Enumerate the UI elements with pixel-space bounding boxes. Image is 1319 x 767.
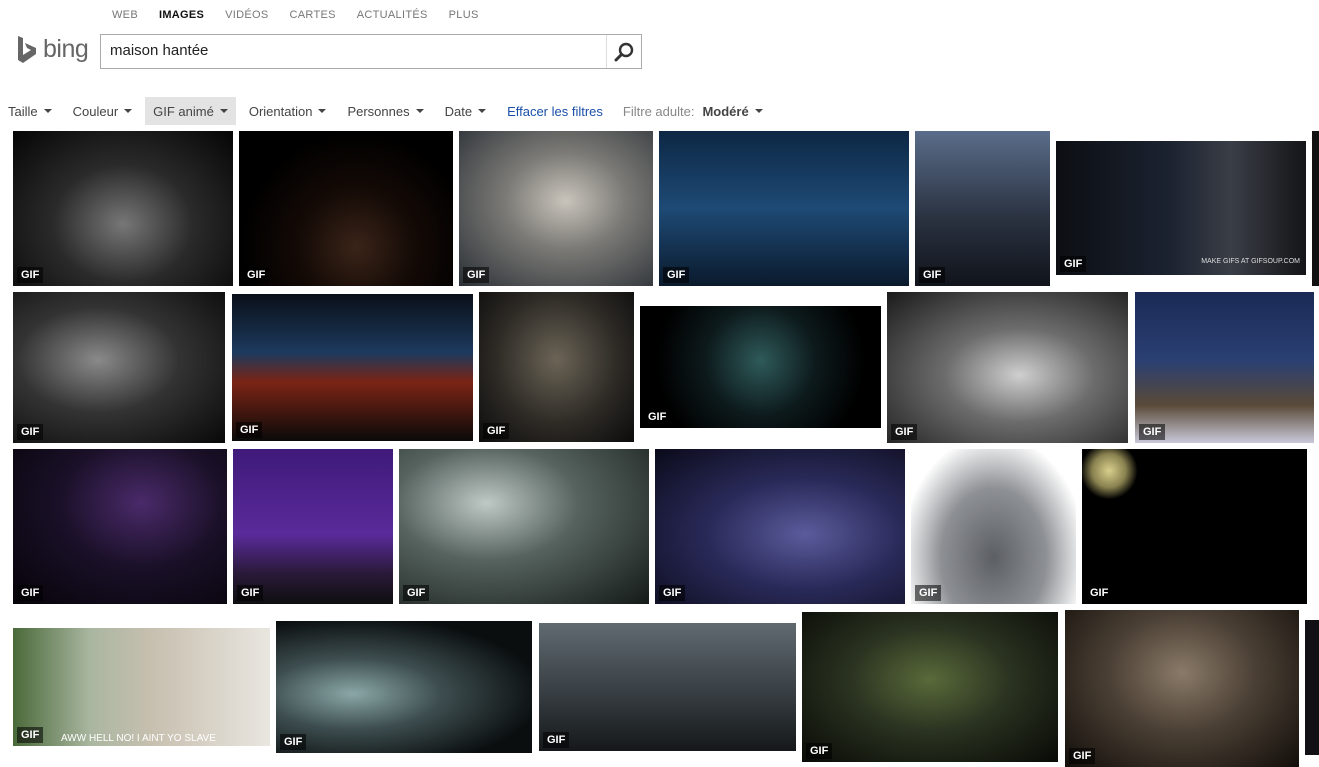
scope-news[interactable]: ACTUALITÉS [357,9,428,21]
gif-badge: GIF [644,409,671,425]
image-result[interactable]: GIF MAKE GIFS AT GIFSOUP.COM [1056,141,1306,275]
image-result[interactable]: GIF [911,449,1076,604]
filter-label: Personnes [347,103,410,119]
caret-down-icon [318,109,327,113]
gif-badge: GIF [236,422,263,438]
gif-badge: GIF [17,727,44,743]
image-result[interactable]: GIF [539,623,796,751]
image-result[interactable]: GIF [399,449,649,604]
gif-badge: GIF [280,734,307,750]
gif-badge: GIF [806,743,833,759]
image-result[interactable]: GIF [1065,610,1299,767]
search-icon [614,42,634,61]
logo-text: bing [43,35,89,63]
scope-videos[interactable]: VIDÉOS [225,9,268,21]
image-result[interactable]: GIF [239,131,453,286]
gif-badge: GIF [483,423,510,439]
image-result[interactable]: GIF [659,131,909,286]
image-result[interactable]: GIF [1082,449,1307,604]
image-result[interactable]: GIF [887,292,1128,443]
scope-images[interactable]: IMAGES [159,9,204,21]
caret-down-icon [415,109,424,113]
image-result[interactable]: GIF [13,292,225,443]
adult-filter-value: Modéré [702,103,749,119]
search-input[interactable] [110,42,600,59]
image-result[interactable]: GIF [13,449,227,604]
filter-bar: Taille Couleur GIF animé Orientation Per… [0,97,763,125]
image-result[interactable]: GIF [233,449,393,604]
image-result [1305,620,1319,755]
gif-badge: GIF [663,267,690,283]
search-button[interactable] [606,35,641,68]
image-result[interactable]: GIF [655,449,905,604]
filter-size[interactable]: Taille [0,97,60,125]
image-result[interactable]: GIF [459,131,653,286]
image-result[interactable]: GIF [1135,292,1314,443]
caret-down-icon [219,109,228,113]
gif-badge: GIF [463,267,490,283]
scope-maps[interactable]: CARTES [290,9,336,21]
caret-down-icon [478,109,487,113]
filter-orientation[interactable]: Orientation [241,97,335,125]
gif-badge: GIF [915,585,942,601]
filter-color[interactable]: Couleur [65,97,141,125]
gif-badge: GIF [1139,424,1166,440]
caret-down-icon [124,109,133,113]
gif-badge: GIF [17,424,44,440]
gif-badge: GIF [243,267,270,283]
gif-badge: GIF [237,585,264,601]
image-result[interactable]: GIF [232,294,473,441]
gif-badge: GIF [919,267,946,283]
scope-more[interactable]: PLUS [449,9,479,21]
image-result [1312,131,1319,286]
watermark-caption: MAKE GIFS AT GIFSOUP.COM [1201,258,1300,265]
gif-caption: AWW HELL NO! I AINT YO SLAVE [61,733,216,744]
gif-badge: GIF [17,585,44,601]
gif-badge: GIF [891,424,918,440]
gif-badge: GIF [1086,585,1113,601]
filter-label: Orientation [248,103,313,119]
search-box [100,34,642,69]
image-result[interactable]: GIF [13,131,233,286]
gif-badge: GIF [659,585,686,601]
gif-badge: GIF [1069,748,1096,764]
gif-badge: GIF [543,732,570,748]
filter-label: GIF animé [153,103,214,119]
gif-badge: GIF [17,267,44,283]
gif-badge: GIF [403,585,430,601]
filter-people[interactable]: Personnes [339,97,431,125]
adult-filter-dropdown[interactable]: Modéré [694,103,763,119]
caret-down-icon [754,109,763,113]
gif-badge: GIF [1060,256,1087,272]
adult-filter-label: Filtre adulte: [622,103,695,119]
caret-down-icon [43,109,52,113]
image-result[interactable]: GIF AWW HELL NO! I AINT YO SLAVE [13,628,270,746]
bing-logo-icon [18,35,36,63]
scope-nav: WEB IMAGES VIDÉOS CARTES ACTUALITÉS PLUS [112,9,500,21]
image-result[interactable]: GIF [276,621,532,753]
filter-label: Taille [8,103,38,119]
filter-type[interactable]: GIF animé [145,97,236,125]
bing-logo[interactable]: bing [16,35,89,64]
image-result[interactable]: GIF [915,131,1050,286]
image-result[interactable]: GIF [479,292,634,442]
scope-web[interactable]: WEB [112,9,138,21]
filter-label: Couleur [72,103,119,119]
filter-date[interactable]: Date [437,97,494,125]
filter-label: Date [444,103,473,119]
image-result[interactable]: GIF [802,612,1058,762]
clear-filters-link[interactable]: Effacer les filtres [499,104,611,119]
image-result[interactable]: GIF [640,306,881,428]
